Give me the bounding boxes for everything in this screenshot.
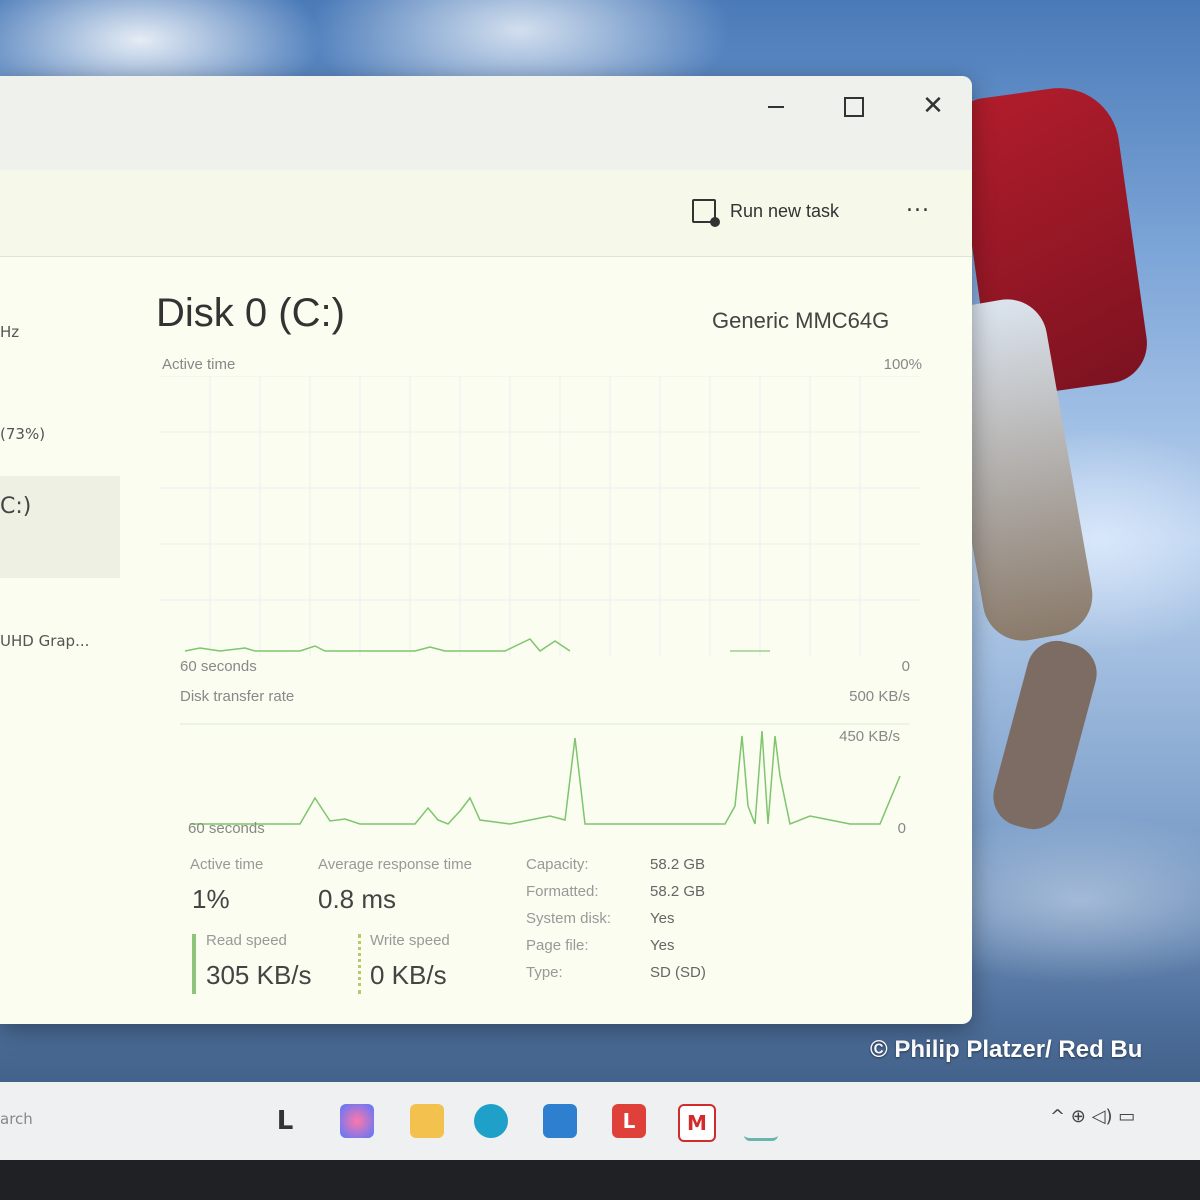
run-task-icon: [692, 199, 720, 227]
formatted-label: Formatted:: [526, 883, 599, 900]
monitor-bezel: [0, 1160, 1200, 1200]
disk-title: Disk 0 (C:): [156, 291, 345, 335]
capacity-label: Capacity:: [526, 856, 589, 873]
wallpaper-credit: © Philip Platzer/ Red Bu: [870, 1036, 1143, 1063]
edge-icon[interactable]: [474, 1104, 508, 1138]
active-time-graph-min: 0: [901, 658, 910, 675]
taskbar-search[interactable]: arch: [0, 1110, 33, 1128]
run-new-task-label: Run new task: [730, 200, 840, 221]
write-speed-label: Write speed: [370, 932, 450, 949]
avg-response-value: 0.8 ms: [318, 884, 397, 914]
copilot-icon[interactable]: [340, 1104, 374, 1138]
maximize-button[interactable]: [834, 86, 874, 126]
type-label: Type:: [526, 964, 563, 981]
sidebar-selected-highlight: [0, 476, 120, 578]
sidebar-item-disk[interactable]: C:): [0, 494, 31, 519]
system-tray[interactable]: ^ ⊕ ◁) ▭: [1050, 1106, 1135, 1127]
store-icon[interactable]: [543, 1104, 577, 1138]
active-time-seconds-label: 60 seconds: [180, 658, 257, 675]
write-speed-value: 0 KB/s: [370, 960, 447, 990]
taskbar: arch L L M ^ ⊕ ◁) ▭: [0, 1082, 1200, 1160]
active-time-stat-label: Active time: [190, 856, 264, 873]
read-speed-value: 305 KB/s: [206, 960, 312, 990]
transfer-rate-line: [190, 730, 901, 826]
type-value: SD (SD): [650, 964, 706, 981]
sidebar-item-memory[interactable]: (73%): [0, 425, 45, 443]
active-time-grid: [160, 376, 920, 656]
avg-response-label: Average response time: [318, 856, 472, 873]
transfer-rate-graph-label: Disk transfer rate: [180, 688, 295, 705]
active-time-graph-label: Active time: [162, 356, 236, 373]
folder-icon[interactable]: [410, 1104, 444, 1138]
active-time-line: [184, 638, 571, 652]
read-speed-label: Read speed: [206, 932, 287, 949]
more-options-button[interactable]: ...: [906, 192, 930, 217]
page-file-label: Page file:: [526, 937, 589, 954]
mcafee-icon[interactable]: M: [678, 1104, 716, 1142]
page-file-value: Yes: [650, 937, 675, 954]
task-manager-icon[interactable]: [744, 1104, 778, 1141]
active-time-graph-max: 100%: [883, 356, 922, 373]
system-disk-value: Yes: [650, 910, 675, 927]
task-manager-window: ✕ Run new task ... Hz (73%) C:) UHD Grap…: [0, 76, 972, 1024]
disk-model: Generic MMC64G: [712, 308, 890, 333]
title-bar[interactable]: ✕: [0, 76, 972, 170]
system-disk-label: System disk:: [526, 910, 612, 927]
write-speed-indicator: [358, 934, 361, 994]
file-explorer-icon[interactable]: L: [268, 1104, 302, 1138]
sidebar-item-gpu[interactable]: UHD Grap...: [0, 632, 89, 650]
close-button[interactable]: ✕: [913, 86, 953, 126]
sidebar-item-cpu[interactable]: Hz: [0, 323, 19, 341]
active-time-graph: [160, 376, 920, 656]
transfer-rate-graph: [180, 723, 910, 826]
capacity-value: 58.2 GB: [650, 856, 706, 873]
transfer-rate-seconds-label: 60 seconds: [188, 820, 265, 837]
minimize-icon: [768, 105, 784, 108]
transfer-rate-graph-max: 500 KB/s: [849, 688, 910, 705]
transfer-rate-graph-min: 0: [897, 820, 906, 837]
read-speed-indicator: [192, 934, 196, 994]
toolbar: Run new task ...: [0, 170, 972, 257]
active-time-stat-value: 1%: [192, 884, 230, 914]
run-new-task-button[interactable]: Run new task: [692, 196, 840, 227]
minimize-button[interactable]: [756, 86, 796, 126]
close-icon: ✕: [922, 91, 944, 121]
sidebar: Hz (73%) C:) UHD Grap...: [0, 256, 140, 1024]
maximize-icon: [844, 96, 864, 117]
lens-app-icon[interactable]: L: [612, 1104, 646, 1138]
formatted-value: 58.2 GB: [650, 883, 706, 900]
